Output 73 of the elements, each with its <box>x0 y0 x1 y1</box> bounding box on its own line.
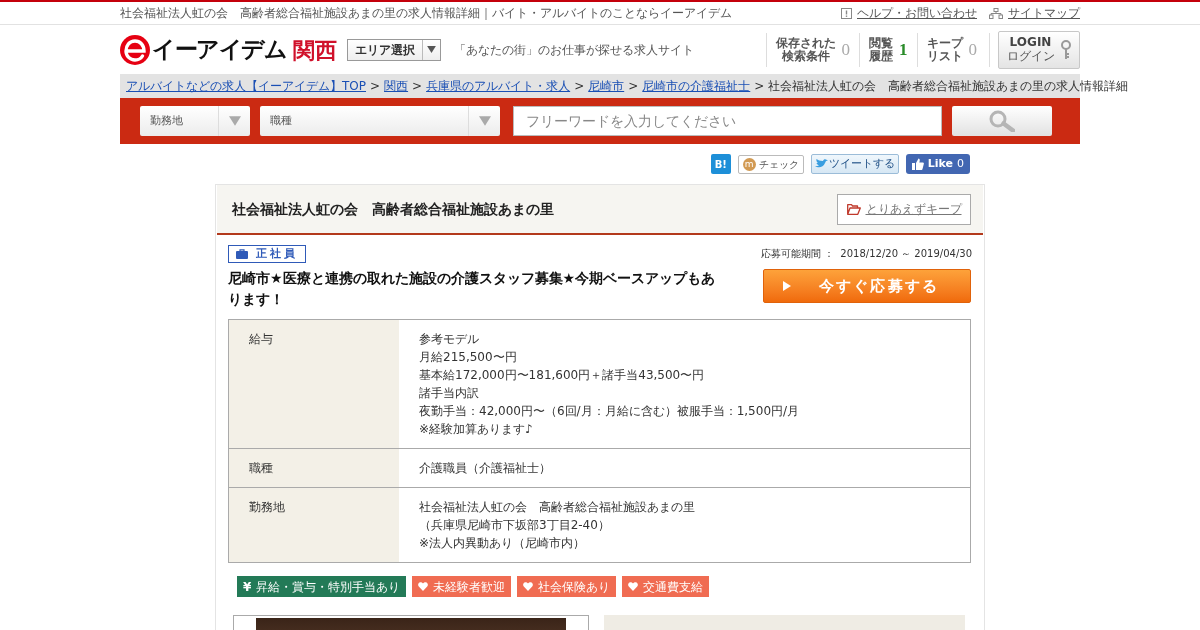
search-select[interactable]: 勤務地 <box>140 106 250 136</box>
counter-link[interactable]: 保存された 検索条件 <box>775 36 836 63</box>
page-title: 社会福祉法人虹の会 高齢者総合福祉施設あまの里の求人情報詳細｜バイト・アルバイトのことならイーアイデム <box>120 5 732 22</box>
table-heading-cell: 職種 <box>229 449 399 487</box>
top-link[interactable]: ヘルプ・お問い合わせ <box>857 4 977 22</box>
application-period: 応募可能期間 ： 2018/12/20 ～ 2019/04/30 <box>760 247 972 261</box>
check-button[interactable]: m チェック <box>737 154 804 174</box>
search-icon <box>989 110 1015 132</box>
help-icon <box>841 7 852 19</box>
like-button[interactable]: Like 0 <box>905 154 970 174</box>
yen-sign: ¥ <box>243 578 252 596</box>
breadcrumb-link[interactable]: 兵庫県のアルバイト・求人 <box>426 77 571 95</box>
table-cell-line: 社会福祉法人虹の会 高齢者総合福祉施設あまの里 <box>419 499 695 516</box>
check-badge: m <box>742 157 756 171</box>
play-icon <box>782 281 791 291</box>
table-cell-line: 介護職員（介護福祉士） <box>419 460 551 477</box>
breadcrumb-link[interactable]: 尼崎市 <box>588 77 625 95</box>
tweet-button[interactable]: ツイートする <box>810 154 899 174</box>
login-button[interactable]: LOGIN ログイン <box>998 30 1080 69</box>
search-select[interactable]: 職種 <box>260 106 500 136</box>
job-title: 尼崎市★医療と連携の取れた施設の介護スタッフ募集★今期ベースアップもあります！ <box>228 269 717 309</box>
breadcrumb-link[interactable]: 尼崎市の介護福祉士 <box>642 77 751 95</box>
search-button[interactable] <box>952 106 1052 136</box>
caret-icon <box>228 116 241 126</box>
area-select[interactable]: エリア選択 <box>347 38 441 61</box>
folder-icon <box>846 203 861 215</box>
table-cell-line: 月給215,500〜円 <box>419 349 517 366</box>
feature-tag: 未経験者歓迎 <box>412 576 512 597</box>
region-label: 関西 <box>293 38 337 61</box>
top-link[interactable]: サイトマップ <box>1008 4 1080 22</box>
breadcrumb-separator: > <box>370 78 381 95</box>
breadcrumb-current-page: 社会福祉法人虹の会 高齢者総合福祉施設あまの里の求人情報詳細 <box>768 78 1129 95</box>
table-cell-line: ※法人内異動あり（尼崎市内） <box>419 535 586 552</box>
heart-icon <box>523 582 534 591</box>
feature-tag: 交通費支給 <box>622 576 710 597</box>
briefcase-icon <box>235 249 248 259</box>
company-name: 社会福祉法人虹の会 高齢者総合福祉施設あまの里 <box>232 199 554 219</box>
keyword-field[interactable]: フリーワードを入力してください <box>513 106 942 136</box>
counter-value: 0 <box>841 38 850 61</box>
table-cell-line: （兵庫県尼崎市下坂部3丁目2-40） <box>419 517 610 534</box>
logo-wordmark: イーアイデム <box>152 38 286 61</box>
table-cell-line: 基本給172,000円〜181,600円＋諸手当43,500〜円 <box>419 367 705 384</box>
caret-icon <box>478 116 491 126</box>
counter-value: 1 <box>899 38 908 61</box>
counter-link[interactable]: 閲覧 履歴 <box>869 36 893 63</box>
bird-icon <box>814 159 828 169</box>
breadcrumb-separator: > <box>628 78 639 95</box>
thumbs-up-icon <box>911 158 924 170</box>
heart-icon <box>418 582 429 591</box>
counter-link[interactable]: キープ リスト <box>926 36 963 63</box>
keep-button[interactable]: とりあえずキープ <box>837 193 971 225</box>
breadcrumb-separator: > <box>412 78 423 95</box>
counter-value: 0 <box>968 38 977 61</box>
table-cell-line: 諸手当内訳 <box>419 385 479 402</box>
key-icon <box>1059 39 1072 60</box>
heart-icon <box>628 582 639 591</box>
feature-tag: ¥ 昇給・賞与・特別手当あり <box>237 576 407 597</box>
table-heading-cell: 勤務地 <box>229 488 399 562</box>
table-cell-line: ※経験加算あります♪ <box>419 421 533 438</box>
breadcrumb-link[interactable]: アルバイトなどの求人【イーアイデム】TOP <box>126 77 366 95</box>
breadcrumb-separator: > <box>574 78 585 95</box>
table-cell-line: 夜勤手当：42,000円〜（6回/月：月給に含む）被服手当：1,500円/月 <box>419 403 800 420</box>
sitemap-icon <box>989 7 1003 19</box>
caret-icon <box>427 46 436 53</box>
breadcrumb-separator: > <box>754 78 765 95</box>
table-heading-cell: 給与 <box>229 320 399 448</box>
breadcrumb-link[interactable]: 関西 <box>384 77 409 95</box>
employment-type-badge: 正社員 <box>228 245 306 263</box>
feature-tag: 社会保険あり <box>517 576 617 597</box>
bookmark-button[interactable]: B! <box>710 154 731 174</box>
table-cell-line: 参考モデル <box>419 331 479 348</box>
tagline: 「あなたの街」のお仕事が探せる求人サイト <box>454 41 694 59</box>
logo-icon <box>120 34 150 65</box>
